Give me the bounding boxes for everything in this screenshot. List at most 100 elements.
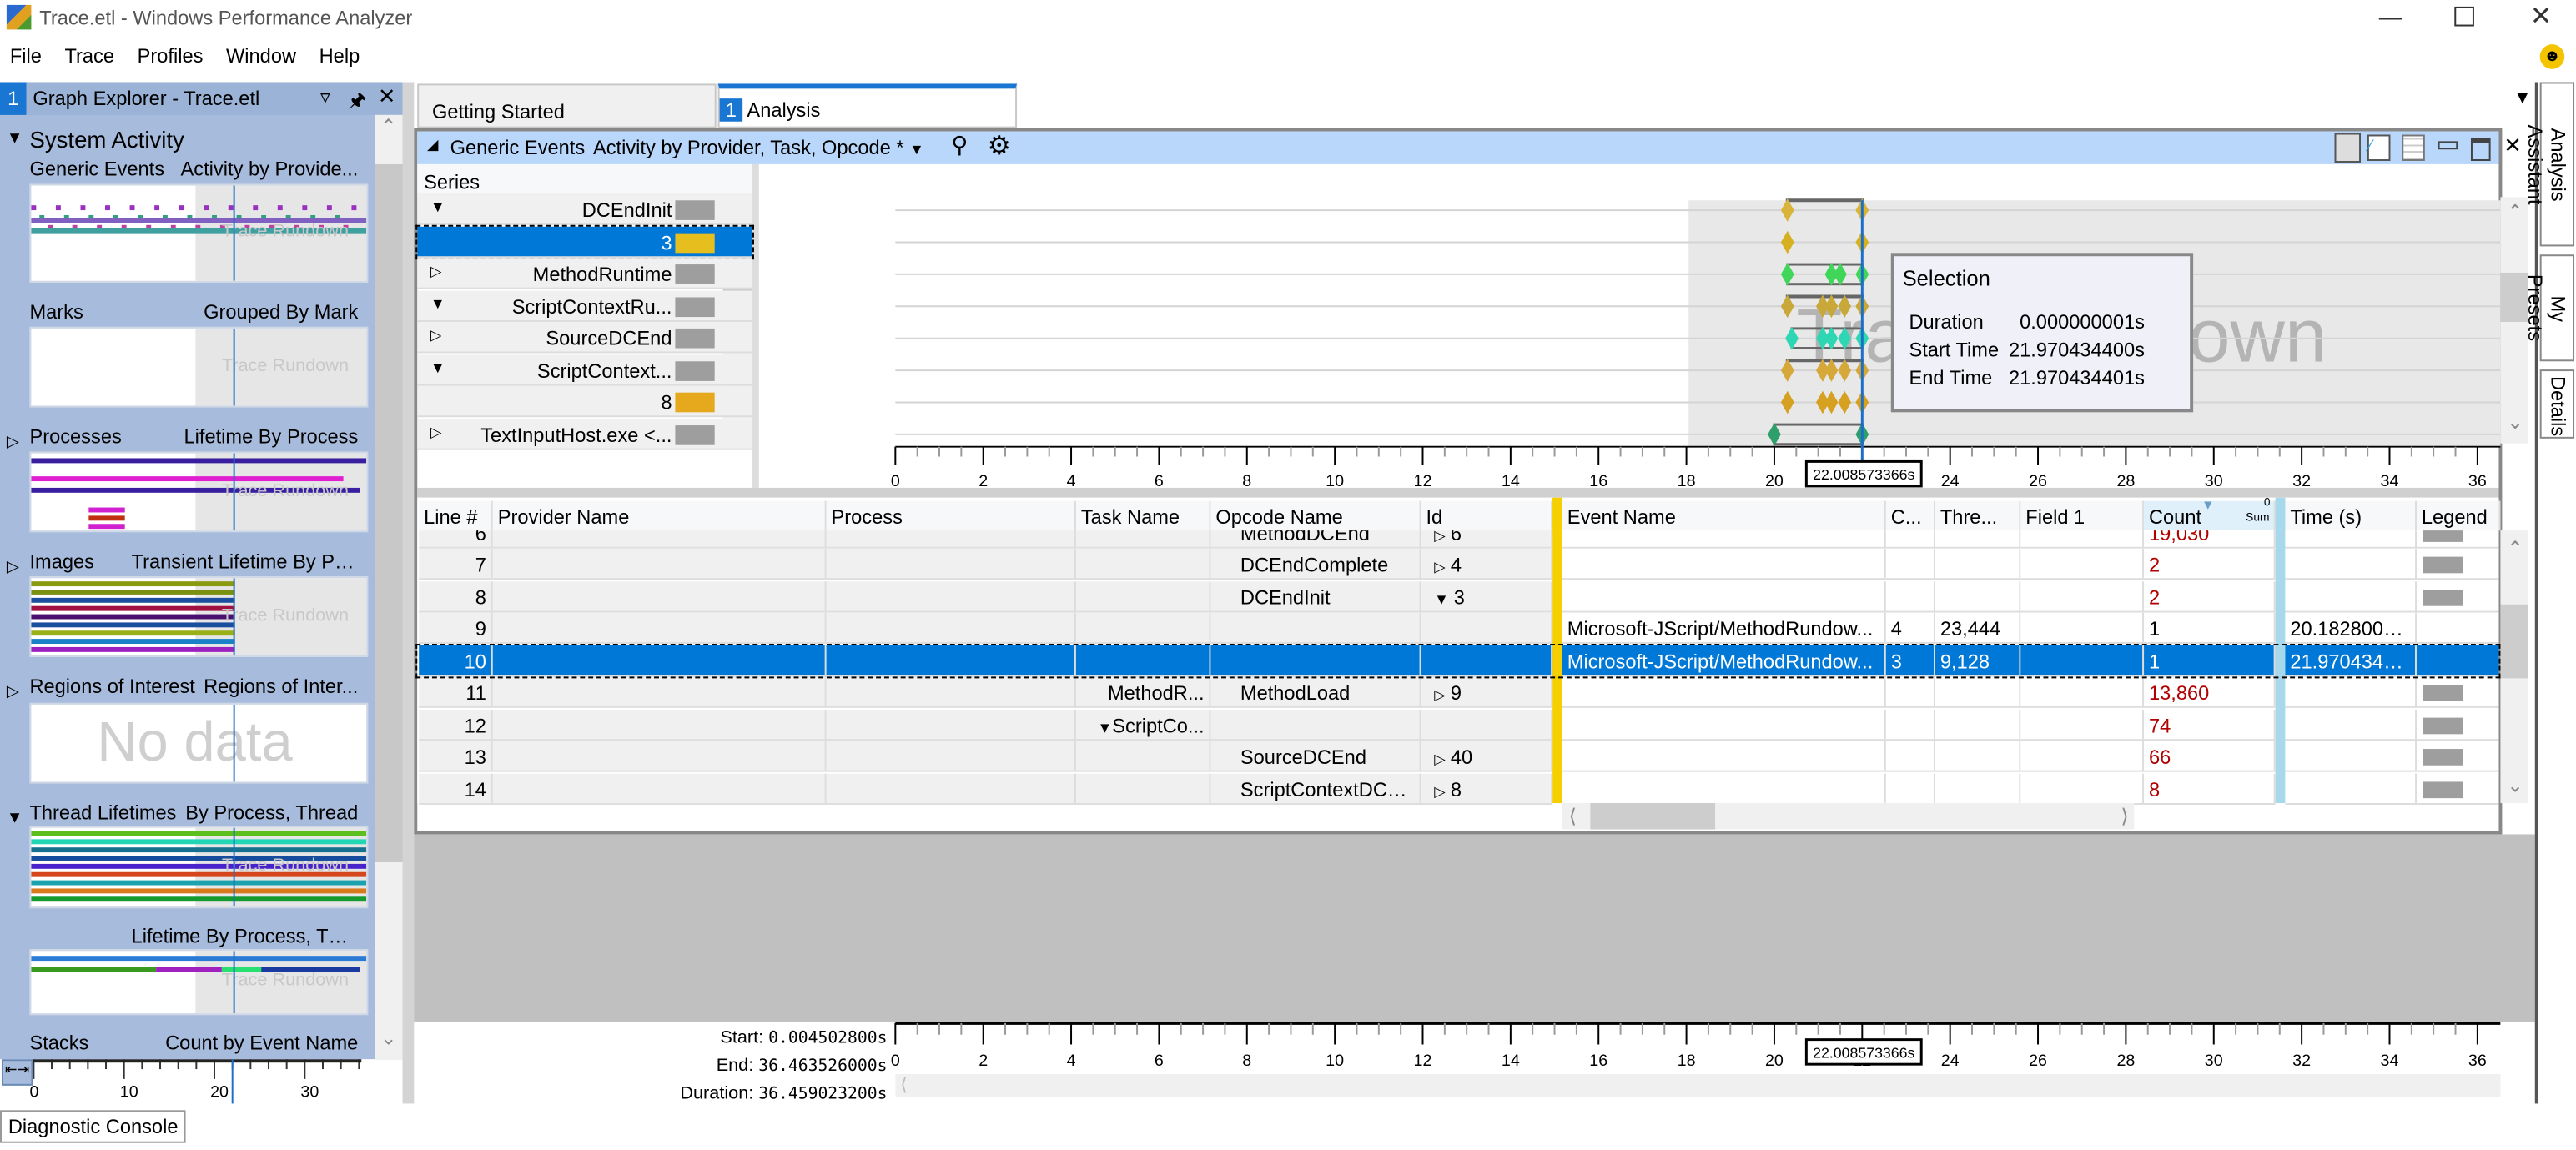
expanded-icon[interactable]: ▼ <box>1098 719 1113 736</box>
graph-name[interactable]: Images <box>29 550 94 574</box>
feedback-smiley-icon[interactable]: ☻ <box>2539 44 2565 69</box>
column-header[interactable]: Legend <box>2416 500 2501 531</box>
side-tab-details[interactable]: Details <box>2539 369 2575 439</box>
series-splitter[interactable] <box>752 163 759 488</box>
series-color-swatch[interactable] <box>675 424 715 444</box>
menu-trace[interactable]: Trace <box>64 44 114 68</box>
collapsed-icon[interactable]: ▷ <box>1434 559 1446 575</box>
maximize-view-icon[interactable] <box>2470 138 2491 162</box>
graph-thumbnail[interactable]: Trace Rundown <box>29 576 369 657</box>
column-header[interactable]: Opcode Name <box>1210 500 1421 531</box>
column-header[interactable]: Line # <box>419 500 493 531</box>
expanded-icon[interactable]: ▼ <box>1434 590 1449 607</box>
collapsed-icon[interactable]: ▷ <box>1434 782 1446 799</box>
graph-thumbnail[interactable]: Trace Rundown <box>29 826 369 909</box>
table-row[interactable]: 11 MethodR... MethodLoad ▷ 9 13,860 <box>417 676 2499 708</box>
column-header[interactable]: Provider Name <box>492 500 827 531</box>
column-header[interactable]: Process <box>826 500 1076 531</box>
column-header[interactable]: Id <box>1421 500 1553 531</box>
expanded-icon[interactable]: ▼ <box>7 810 23 828</box>
minimize-view-icon[interactable] <box>2438 141 2458 150</box>
graph-preset[interactable]: Lifetime By Process, Thread <box>132 925 359 948</box>
menu-file[interactable]: File <box>10 44 42 68</box>
graph-preset[interactable]: Count by Event Name <box>132 1032 358 1055</box>
table-hscrollbar[interactable]: ⟨ ⟩ <box>1562 803 2135 830</box>
dropdown-icon[interactable]: ▿ <box>320 85 330 108</box>
close-view-icon[interactable]: ✕ <box>2503 133 2521 160</box>
left-scrollbar[interactable]: ⌃ ⌄ <box>375 114 403 1060</box>
column-header[interactable]: Thre... <box>1935 500 2021 531</box>
collapsed-icon[interactable]: ▷ <box>7 434 19 452</box>
column-header[interactable]: C... <box>1885 500 1935 531</box>
table-row[interactable]: 10 Microsoft-JScript/MethodRundow... 3 9,12… <box>415 643 2501 679</box>
column-header[interactable]: Field 1 <box>2020 500 2145 531</box>
graph-only-icon[interactable]: ∕ <box>2367 134 2391 162</box>
graph-thumbnail[interactable]: Trace Rundown <box>29 183 369 283</box>
close-panel-icon[interactable]: ✕ <box>378 83 395 110</box>
graph-thumbnail[interactable]: Trace Rundown <box>29 326 369 408</box>
series-row[interactable]: ▼ ScriptContextRu... <box>417 289 752 322</box>
collapse-graph-icon[interactable]: ◢ <box>427 136 439 154</box>
graph-name[interactable]: Processes <box>29 425 121 449</box>
pin-icon[interactable]: 🖈 <box>349 85 367 119</box>
side-tab-analysis-assistant[interactable]: Analysis Assistant <box>2523 82 2575 247</box>
timeline-scrollbar[interactable]: ⟨ <box>895 1073 2501 1097</box>
series-row[interactable]: 3 <box>415 223 754 259</box>
series-color-swatch[interactable] <box>675 360 715 380</box>
graph-preset[interactable]: Activity by Provide... <box>132 158 359 181</box>
graph-thumbnail[interactable]: Trace Rundown <box>29 949 369 1016</box>
activity-graph[interactable]: Trace Rundown024681012141618202224262830… <box>759 164 2501 488</box>
tab-analysis[interactable]: 1 Analysis <box>717 83 1018 128</box>
menu-help[interactable]: Help <box>319 44 360 68</box>
tab-getting-started[interactable]: Getting Started <box>417 83 717 128</box>
table-row[interactable]: 13 SourceDCEnd ▷ 40 66 <box>417 741 2499 772</box>
series-color-swatch[interactable] <box>675 232 715 253</box>
collapsed-icon[interactable]: ▷ <box>7 683 19 701</box>
series-row[interactable]: ▷ MethodRuntime <box>417 258 752 289</box>
table-row[interactable]: 7 DCEndComplete ▷ 4 2 <box>417 548 2499 580</box>
graph-preset[interactable]: Transient Lifetime By Process... <box>132 550 359 574</box>
series-color-swatch[interactable] <box>675 328 715 349</box>
series-color-swatch[interactable] <box>675 392 715 413</box>
table-row[interactable]: 9 Microsoft-JScript/MethodRundow... 4 23,44… <box>417 612 2499 645</box>
table-row[interactable]: 8 DCEndInit ▼ 3 2 <box>417 580 2499 612</box>
series-row[interactable]: 8 <box>417 385 752 418</box>
menu-profiles[interactable]: Profiles <box>138 44 204 68</box>
graph-name[interactable]: Stacks <box>29 1032 88 1055</box>
graph-thumbnail[interactable]: No data <box>29 702 369 784</box>
menu-window[interactable]: Window <box>226 44 296 68</box>
series-color-swatch[interactable] <box>675 264 715 284</box>
table-vscrollbar[interactable]: ⌃ ⌄ <box>2500 530 2528 804</box>
side-tab-my-presets[interactable]: My Presets <box>2523 254 2575 362</box>
series-row[interactable]: ▼ ScriptContext... <box>417 354 752 385</box>
minimize-button[interactable]: — <box>2379 3 2402 30</box>
collapsed-icon[interactable]: ▷ <box>1434 751 1446 767</box>
close-button[interactable]: ✕ <box>2530 0 2552 33</box>
series-color-swatch[interactable] <box>675 296 715 317</box>
diagnostic-console-button[interactable]: Diagnostic Console <box>0 1110 187 1143</box>
fit-zoom-button[interactable]: ⇤⇥ <box>1 1059 33 1086</box>
column-header[interactable]: Task Name <box>1075 500 1211 531</box>
graph-preset[interactable]: By Process, Thread <box>132 801 358 825</box>
table-only-icon[interactable] <box>2402 134 2425 162</box>
series-row[interactable]: ▼ DCEndInit <box>417 193 752 225</box>
graph-preset[interactable]: Regions of Inter... <box>132 675 358 698</box>
graph-thumbnail[interactable]: Trace Rundown <box>29 451 369 533</box>
maximize-button[interactable] <box>2454 6 2474 27</box>
table-row[interactable]: 14 ScriptContextDCE... ▷ 8 8 <box>417 772 2499 805</box>
series-color-swatch[interactable] <box>675 200 715 220</box>
column-header[interactable]: Event Name <box>1562 500 1886 531</box>
system-activity-expander[interactable]: ▼ <box>7 130 23 148</box>
panel-splitter[interactable] <box>402 82 415 1104</box>
collapsed-icon[interactable]: ▷ <box>1434 686 1446 703</box>
preset-dropdown[interactable]: Activity by Provider, Task, Opcode * ▼ <box>593 136 924 159</box>
graph-preset[interactable]: Grouped By Mark <box>132 300 358 324</box>
series-row[interactable]: ▷ TextInputHost.exe <... <box>417 418 752 449</box>
table-row[interactable]: 12 ▼ScriptCo... 74 <box>417 708 2499 741</box>
search-icon[interactable]: ⚲ <box>951 132 968 159</box>
column-header[interactable]: Time (s) <box>2285 500 2417 531</box>
graph-preset[interactable]: Lifetime By Process <box>132 425 358 449</box>
tab-list-dropdown-icon[interactable]: ▼ <box>2513 88 2531 108</box>
timeline-ruler[interactable]: 02468101214161820222426283032343622.0085… <box>759 1021 2501 1074</box>
series-row[interactable]: ▷ SourceDCEnd <box>417 322 752 354</box>
